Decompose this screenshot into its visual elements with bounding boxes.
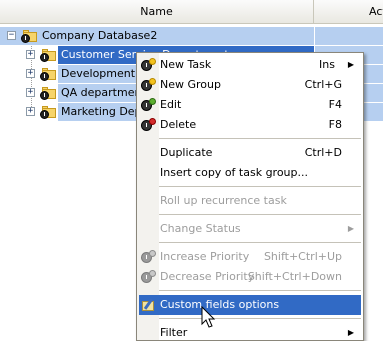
expand-icon[interactable]: +	[26, 50, 35, 59]
custom-fields-icon	[142, 298, 156, 312]
collapse-icon[interactable]: −	[7, 31, 16, 40]
column-header-name-label: Name	[140, 5, 173, 18]
menu-separator	[159, 186, 361, 187]
column-header: Name Act	[0, 0, 383, 24]
task-group-icon	[40, 66, 56, 82]
submenu-arrow-icon: ▶	[347, 328, 354, 337]
new-task-icon	[141, 58, 156, 72]
delete-icon	[141, 118, 156, 132]
tree-root-label: Company Database2	[42, 29, 158, 42]
menu-item-custom-fields-options[interactable]: Custom fields options	[139, 295, 361, 315]
menu-item-delete[interactable]: Delete F8	[139, 115, 361, 135]
menu-item-filter[interactable]: Filter ▶	[139, 323, 361, 341]
expand-icon[interactable]: +	[26, 88, 35, 97]
menu-item-new-task[interactable]: New Task Ins ▶	[139, 55, 361, 75]
menu-item-increase-priority: Increase Priority Shift+Ctrl+Up	[139, 247, 361, 267]
menu-item-edit[interactable]: Edit F4	[139, 95, 361, 115]
task-group-icon	[21, 28, 37, 44]
menu-item-roll-up-recurrence: Roll up recurrence task	[160, 194, 287, 207]
task-group-icon	[40, 104, 56, 120]
menu-separator	[159, 214, 361, 215]
new-group-icon	[141, 78, 156, 92]
menu-item-duplicate[interactable]: Duplicate Ctrl+D	[139, 143, 361, 163]
menu-item-insert-copy[interactable]: Insert copy of task group...	[139, 163, 361, 183]
expand-icon[interactable]: +	[26, 69, 35, 78]
menu-item-change-status: Change Status ▶	[139, 219, 361, 239]
menu-separator	[159, 138, 361, 139]
submenu-arrow-icon: ▶	[347, 60, 354, 69]
menu-separator	[159, 318, 361, 319]
decrease-priority-icon	[141, 270, 156, 284]
increase-priority-icon	[141, 250, 156, 264]
task-group-icon	[40, 85, 56, 101]
context-menu: New Task Ins ▶ New Group Ctrl+G Edit F4 …	[136, 52, 364, 341]
column-header-act[interactable]: Act	[315, 0, 383, 24]
menu-separator	[159, 290, 361, 291]
menu-item-decrease-priority: Decrease Priority Shift+Ctrl+Down	[139, 267, 361, 287]
edit-icon	[141, 98, 156, 112]
expand-icon[interactable]: +	[26, 107, 35, 116]
tree-row-label: QA department	[61, 86, 146, 99]
menu-item-new-group[interactable]: New Group Ctrl+G	[139, 75, 361, 95]
submenu-arrow-icon: ▶	[347, 224, 354, 233]
task-group-icon	[40, 47, 56, 63]
column-header-act-label: Act	[369, 5, 383, 18]
tree-root-row[interactable]: − Company Database2	[0, 27, 383, 45]
column-header-name[interactable]: Name	[0, 0, 314, 24]
menu-separator	[159, 242, 361, 243]
mouse-pointer-icon	[201, 306, 216, 328]
